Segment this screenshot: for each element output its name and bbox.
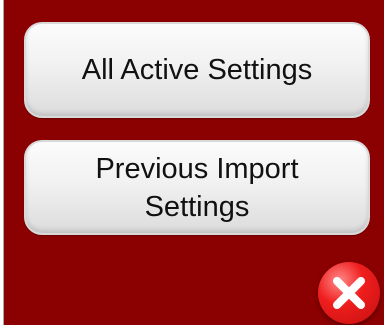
- all-active-settings-label: All Active Settings: [81, 54, 313, 86]
- all-active-settings-button[interactable]: All Active Settings: [24, 22, 370, 118]
- close-button[interactable]: [318, 262, 380, 324]
- previous-import-label-line1: Previous Import: [95, 152, 299, 185]
- previous-import-settings-button[interactable]: Previous Import Settings: [24, 140, 370, 235]
- close-x-icon: [333, 277, 365, 309]
- settings-panel: All Active Settings Previous Import Sett…: [3, 0, 384, 325]
- previous-import-label-line2: Settings: [144, 190, 250, 223]
